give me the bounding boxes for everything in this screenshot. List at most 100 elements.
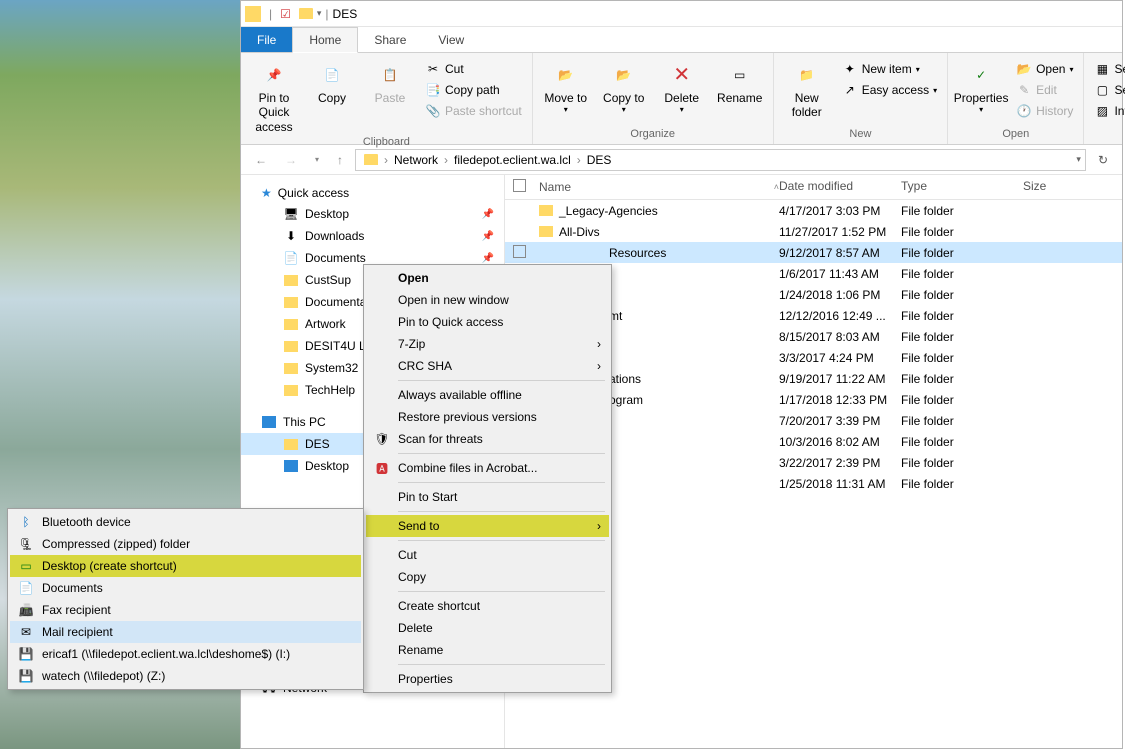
- new-folder-button[interactable]: 📁New folder: [780, 59, 834, 122]
- crumb-filedepot[interactable]: filedepot.eclient.wa.lcl: [450, 153, 575, 167]
- recent-dropdown[interactable]: ▾: [309, 153, 325, 166]
- copy-path-button[interactable]: 📑Copy path: [421, 80, 526, 100]
- copy-path-icon: 📑: [425, 82, 441, 98]
- new-item-icon: ✦: [842, 61, 858, 77]
- cm-mail-recipient[interactable]: ✉Mail recipient: [10, 621, 361, 643]
- address-dropdown-icon[interactable]: ▾: [1076, 154, 1081, 165]
- delete-button[interactable]: ✕Delete▾: [655, 59, 709, 117]
- folder-icon: 📄: [283, 250, 299, 266]
- ribbon-label: Organize: [539, 128, 767, 142]
- pc-icon: [261, 414, 277, 430]
- cm-send-to[interactable]: Send to›: [366, 515, 609, 537]
- edit-button[interactable]: ✎Edit: [1012, 80, 1077, 100]
- bluetooth-icon: ᛒ: [18, 514, 34, 530]
- new-item-button[interactable]: ✦New item ▾: [838, 59, 941, 79]
- back-button[interactable]: ←: [249, 151, 273, 169]
- cm-cut[interactable]: Cut: [366, 544, 609, 566]
- history-button[interactable]: 🕐History: [1012, 101, 1077, 121]
- cm-documents[interactable]: 📄Documents: [10, 577, 361, 599]
- chevron-right-icon: ›: [597, 359, 601, 373]
- cut-button[interactable]: ✂Cut: [421, 59, 526, 79]
- pin-icon: 📌: [482, 253, 494, 264]
- quick-access-header[interactable]: ★Quick access: [241, 183, 504, 203]
- separator: [398, 380, 605, 381]
- cm-pin-quick-access[interactable]: Pin to Quick access: [366, 311, 609, 333]
- column-type[interactable]: Type: [901, 179, 1023, 195]
- cm-bluetooth[interactable]: ᛒBluetooth device: [10, 511, 361, 533]
- easy-access-button[interactable]: ↗Easy access ▾: [838, 80, 941, 100]
- qa-dropdown-icon[interactable]: ▾: [317, 8, 322, 19]
- table-row[interactable]: Resources 9/12/2017 8:57 AM File folder: [505, 242, 1122, 263]
- cm-delete[interactable]: Delete: [366, 617, 609, 639]
- table-row[interactable]: All-Divs 11/27/2017 1:52 PM File folder: [505, 221, 1122, 242]
- tab-home[interactable]: Home: [292, 27, 358, 53]
- paste-shortcut-button[interactable]: 📎Paste shortcut: [421, 101, 526, 121]
- copy-to-button[interactable]: 📂Copy to▾: [597, 59, 651, 117]
- select-all-button[interactable]: ▦Select all: [1090, 59, 1125, 79]
- move-to-button[interactable]: 📂Move to▾: [539, 59, 593, 117]
- star-icon: ★: [261, 186, 272, 200]
- cm-scan-threats[interactable]: 🛡Scan for threats: [366, 428, 609, 450]
- documents-icon: 📄: [18, 580, 34, 596]
- cm-drive-watech[interactable]: 💾watech (\\filedepot) (Z:): [10, 665, 361, 687]
- cm-pin-start[interactable]: Pin to Start: [366, 486, 609, 508]
- cm-combine-acrobat[interactable]: 🅰Combine files in Acrobat...: [366, 457, 609, 479]
- sidebar-item-downloads[interactable]: ⬇Downloads📌: [241, 225, 504, 247]
- open-button[interactable]: 📂Open ▾: [1012, 59, 1077, 79]
- cm-open[interactable]: Open: [366, 267, 609, 289]
- invert-selection-button[interactable]: ▨Invert selection: [1090, 101, 1125, 121]
- folder-icon: [283, 294, 299, 310]
- cm-create-shortcut[interactable]: Create shortcut: [366, 595, 609, 617]
- pin-quick-access-button[interactable]: 📌 Pin to Quick access: [247, 59, 301, 136]
- titlebar: | ☑ ▾ | DES: [241, 1, 1122, 27]
- cm-7zip[interactable]: 7-Zip›: [366, 333, 609, 355]
- chevron-right-icon[interactable]: ›: [575, 153, 583, 167]
- crumb-des[interactable]: DES: [583, 153, 616, 167]
- cm-open-new-window[interactable]: Open in new window: [366, 289, 609, 311]
- separator: [398, 664, 605, 665]
- crumb-network[interactable]: Network: [390, 153, 442, 167]
- chevron-right-icon[interactable]: ›: [382, 153, 390, 167]
- breadcrumb[interactable]: › Network › filedepot.eclient.wa.lcl › D…: [355, 149, 1086, 171]
- properties-button[interactable]: ✓Properties▾: [954, 59, 1008, 117]
- table-row[interactable]: _Legacy-Agencies 4/17/2017 3:03 PM File …: [505, 200, 1122, 221]
- cm-drive-ericaf1[interactable]: 💾ericaf1 (\\filedepot.eclient.wa.lcl\des…: [10, 643, 361, 665]
- copy-to-icon: 📂: [610, 61, 638, 89]
- column-checkbox[interactable]: [513, 179, 539, 195]
- separator: [398, 511, 605, 512]
- cm-compressed-folder[interactable]: 🗜Compressed (zipped) folder: [10, 533, 361, 555]
- cm-always-offline[interactable]: Always available offline: [366, 384, 609, 406]
- cm-rename[interactable]: Rename: [366, 639, 609, 661]
- cm-desktop-shortcut[interactable]: ▭Desktop (create shortcut): [10, 555, 361, 577]
- cm-fax-recipient[interactable]: 📠Fax recipient: [10, 599, 361, 621]
- up-button[interactable]: ↑: [331, 151, 349, 169]
- pin-icon: 📌: [482, 231, 494, 242]
- cm-restore-versions[interactable]: Restore previous versions: [366, 406, 609, 428]
- separator: [398, 453, 605, 454]
- chevron-right-icon[interactable]: ›: [442, 153, 450, 167]
- copy-button[interactable]: 📄 Copy: [305, 59, 359, 107]
- refresh-button[interactable]: ↻: [1092, 153, 1114, 167]
- select-none-button[interactable]: ▢Select none: [1090, 80, 1125, 100]
- check-icon[interactable]: ☑: [280, 7, 291, 21]
- cm-properties[interactable]: Properties: [366, 668, 609, 690]
- rename-button[interactable]: ▭Rename: [713, 59, 767, 107]
- column-name[interactable]: Name˄: [539, 179, 779, 195]
- copy-icon: 📄: [318, 61, 346, 89]
- folder-icon: [283, 338, 299, 354]
- sidebar-item-desktop[interactable]: 🖥Desktop📌: [241, 203, 504, 225]
- cm-crc-sha[interactable]: CRC SHA›: [366, 355, 609, 377]
- forward-button[interactable]: →: [279, 151, 303, 169]
- paste-button[interactable]: 📋 Paste: [363, 59, 417, 107]
- ribbon-group-select: ▦Select all ▢Select none ▨Invert selecti…: [1084, 53, 1125, 144]
- column-size[interactable]: Size: [1023, 179, 1083, 195]
- tab-file[interactable]: File: [241, 27, 292, 52]
- cm-copy[interactable]: Copy: [366, 566, 609, 588]
- ribbon-group-new: 📁New folder ✦New item ▾ ↗Easy access ▾ N…: [774, 53, 948, 144]
- ribbon-label: Select: [1090, 128, 1125, 142]
- select-none-icon: ▢: [1094, 82, 1110, 98]
- drive-icon: 💾: [18, 668, 34, 684]
- column-date[interactable]: Date modified: [779, 179, 901, 195]
- tab-share[interactable]: Share: [358, 27, 422, 52]
- tab-view[interactable]: View: [422, 27, 480, 52]
